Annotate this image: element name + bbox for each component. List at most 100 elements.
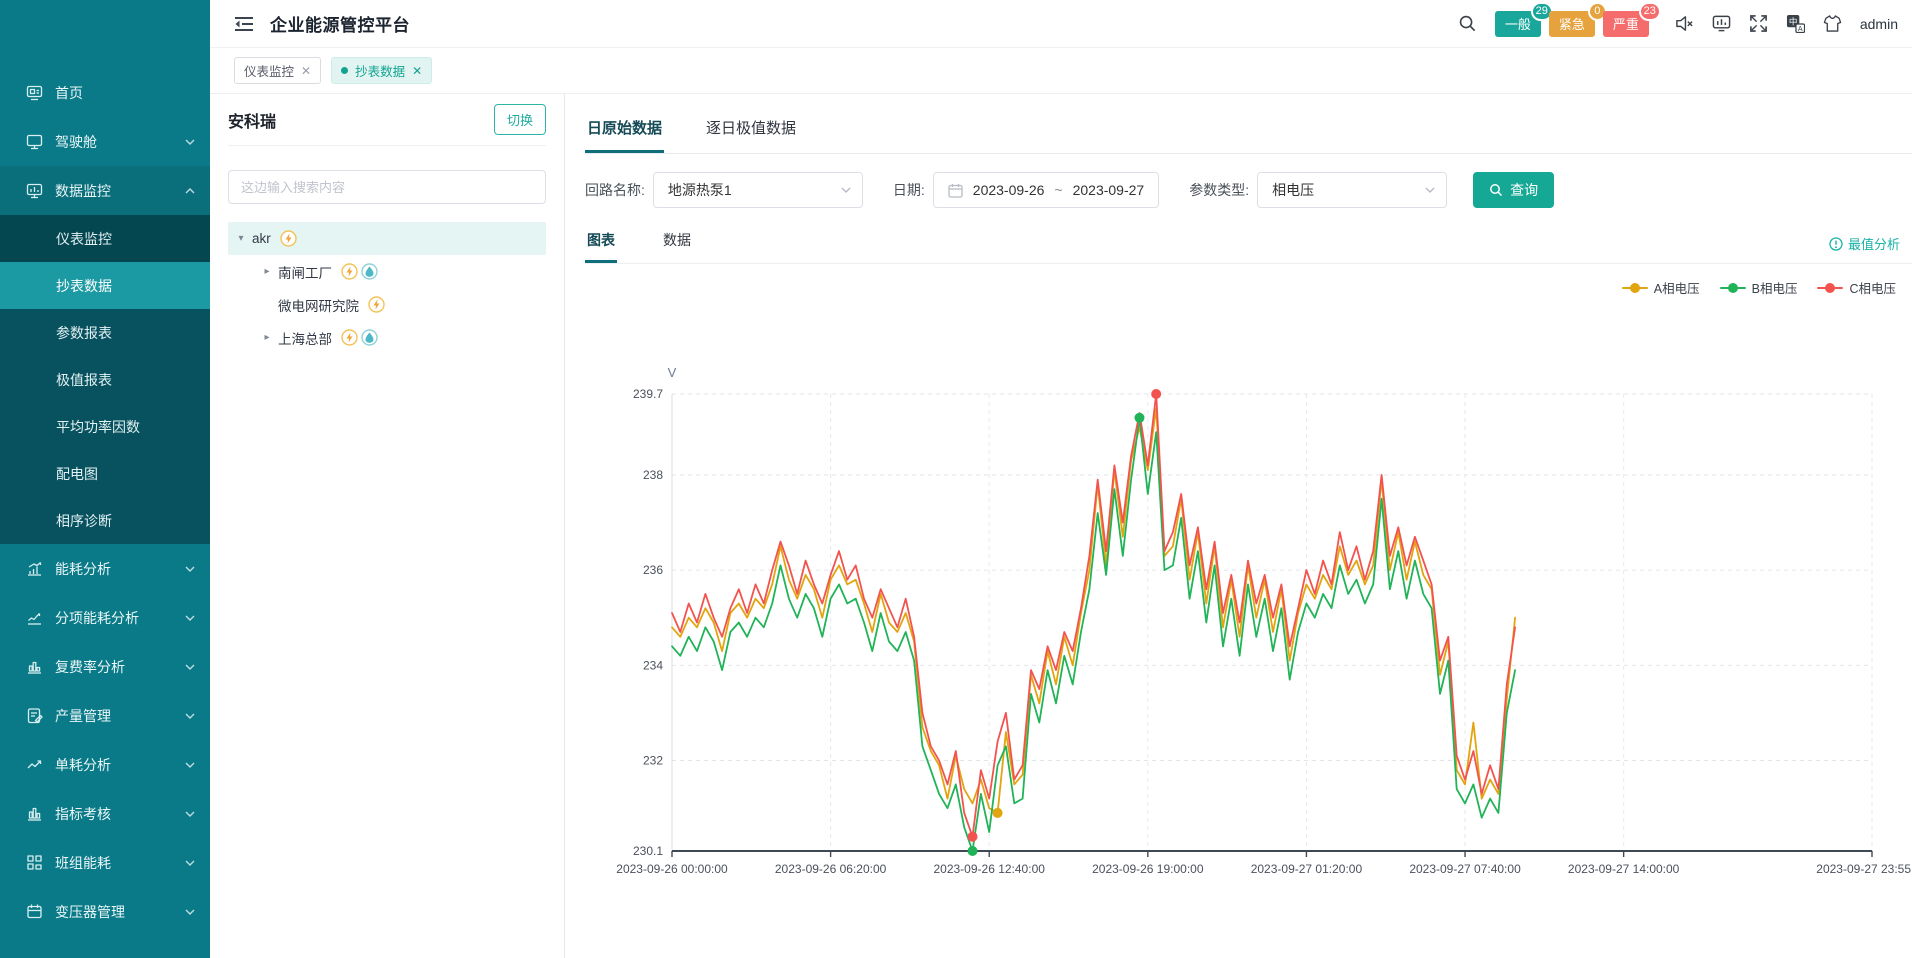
sidebar-item-首页[interactable]: 首页 — [0, 68, 210, 117]
series-line-A相电压[interactable] — [672, 408, 1515, 813]
marker-min-B相电压[interactable] — [968, 846, 978, 856]
y-tick-label: 236 — [643, 563, 663, 577]
sidebar-subitem-极值报表[interactable]: 极值报表 — [0, 356, 210, 403]
tree-node-label: 上海总部 — [278, 328, 332, 348]
sidebar-nav: 首页驾驶舱数据监控仪表监控抄表数据参数报表极值报表平均功率因数配电图相序诊断能耗… — [0, 0, 210, 958]
view-tag-仪表监控[interactable]: 仪表监控✕ — [234, 57, 321, 84]
alarm-chip-一般[interactable]: 一般29 — [1495, 11, 1541, 37]
sidebar-subitem-抄表数据[interactable]: 抄表数据 — [0, 262, 210, 309]
date-separator: ~ — [1054, 182, 1062, 198]
page-title: 企业能源管控平台 — [270, 11, 410, 36]
marker-min-C相电压[interactable] — [968, 832, 978, 842]
close-icon[interactable]: ✕ — [301, 64, 311, 78]
device-tree-panel: 安科瑞 切换 ▾ akr ▸ 南闸工厂微电网研究院 ▸ 上海总部 — [210, 94, 565, 958]
alarm-chip-紧急[interactable]: 紧急0 — [1549, 11, 1595, 37]
x-tick-label: 2023-09-27 14:00:00 — [1568, 862, 1680, 876]
language-translate-icon[interactable]: 中 A — [1786, 14, 1805, 33]
sidebar-subitem-平均功率因数[interactable]: 平均功率因数 — [0, 403, 210, 450]
username[interactable]: admin — [1860, 16, 1898, 32]
sidebar-item-班组能耗[interactable]: 班组能耗 — [0, 838, 210, 887]
search-icon[interactable] — [1458, 14, 1477, 33]
legend-label: A相电压 — [1654, 278, 1700, 297]
tree-caret-icon[interactable]: ▸ — [260, 332, 274, 343]
legend-item-C相电压[interactable]: C相电压 — [1817, 278, 1896, 297]
sidebar-item-产量管理[interactable]: 产量管理 — [0, 691, 210, 740]
tree-node-akr[interactable]: ▾ akr — [228, 222, 546, 255]
voltage-chart: 230.1232234236238239.72023-09-26 00:00:0… — [585, 299, 1912, 913]
tree-caret-icon[interactable]: ▸ — [260, 266, 274, 277]
sidebar-item-单耗分析[interactable]: 单耗分析 — [0, 740, 210, 789]
query-button[interactable]: 查询 — [1473, 172, 1554, 208]
sidebar-item-数据监控[interactable]: 数据监控 — [0, 166, 210, 215]
search-icon — [1489, 183, 1503, 197]
date-start[interactable]: 2023-09-26 — [973, 182, 1045, 198]
subtab-图表[interactable]: 图表 — [585, 222, 617, 263]
sidebar-item-驾驶舱[interactable]: 驾驶舱 — [0, 117, 210, 166]
tree-node-label: 南闸工厂 — [278, 262, 332, 282]
sidebar-item-分项能耗分析[interactable]: 分项能耗分析 — [0, 593, 210, 642]
mute-icon[interactable] — [1675, 14, 1694, 33]
alarm-count-badge: 23 — [1639, 2, 1661, 21]
sidebar-item-label: 分项能耗分析 — [55, 608, 184, 628]
sidebar-subitem-仪表监控[interactable]: 仪表监控 — [0, 215, 210, 262]
alarm-chip-严重[interactable]: 严重23 — [1603, 11, 1649, 37]
y-tick-label: 238 — [643, 468, 663, 482]
sidebar-subitem-参数报表[interactable]: 参数报表 — [0, 309, 210, 356]
sidebar-item-变压器管理[interactable]: 变压器管理 — [0, 887, 210, 936]
monitor-chart-icon — [26, 182, 43, 199]
chevron-down-icon — [184, 710, 196, 722]
tree-panel-header: 安科瑞 切换 — [228, 94, 546, 146]
tree-node-label: akr — [252, 231, 271, 246]
tree-node-上海总部[interactable]: ▸ 上海总部 — [228, 321, 546, 354]
sidebar-item-指标考核[interactable]: 指标考核 — [0, 789, 210, 838]
view-tag-抄表数据[interactable]: 抄表数据✕ — [331, 57, 432, 84]
view-subtabs-row: 图表 数据 最值分析 — [585, 222, 1912, 264]
tree-caret-icon[interactable]: ▾ — [234, 233, 248, 244]
x-tick-label: 2023-09-27 01:20:00 — [1251, 862, 1363, 876]
tab-日原始数据[interactable]: 日原始数据 — [585, 108, 664, 153]
circuit-label: 回路名称: — [585, 180, 645, 200]
line-chart-svg[interactable]: 230.1232234236238239.72023-09-26 00:00:0… — [585, 299, 1912, 913]
alarm-chip-label: 严重 — [1613, 14, 1639, 33]
fullscreen-icon[interactable] — [1749, 14, 1768, 33]
x-tick-label: 2023-09-27 23:55:00 — [1816, 862, 1912, 876]
query-form: 回路名称: 地源热泵1 日期: 2023-09-26 — [585, 172, 1912, 208]
marker-min-A相电压[interactable] — [993, 808, 1003, 818]
tree-search-input[interactable] — [228, 170, 546, 204]
theme-shirt-icon[interactable] — [1823, 14, 1842, 33]
tree-node-微电网研究院[interactable]: 微电网研究院 — [228, 288, 546, 321]
param-select[interactable]: 相电压 — [1257, 172, 1447, 208]
sidebar-item-能耗分析[interactable]: 能耗分析 — [0, 544, 210, 593]
legend-item-A相电压[interactable]: A相电压 — [1622, 278, 1700, 297]
chevron-down-icon — [184, 661, 196, 673]
date-end[interactable]: 2023-09-27 — [1073, 182, 1145, 198]
breadcrumb-tags: 仪表监控✕ 抄表数据✕ — [210, 48, 1912, 94]
data-panel: 日原始数据逐日极值数据 回路名称: 地源热泵1 日期: — [565, 94, 1912, 958]
device-tree: ▾ akr ▸ 南闸工厂微电网研究院 ▸ 上海总部 — [228, 222, 546, 354]
tab-逐日极值数据[interactable]: 逐日极值数据 — [704, 108, 798, 153]
marker-max-B相电压[interactable] — [1134, 413, 1144, 423]
circuit-select[interactable]: 地源热泵1 — [653, 172, 863, 208]
y-tick-label: 234 — [643, 658, 663, 672]
legend-marker — [1622, 283, 1648, 293]
sidebar-subitem-配电图[interactable]: 配电图 — [0, 450, 210, 497]
switch-button[interactable]: 切换 — [494, 104, 546, 135]
series-line-B相电压[interactable] — [672, 418, 1515, 851]
sidebar-item-复费率分析[interactable]: 复费率分析 — [0, 642, 210, 691]
close-icon[interactable]: ✕ — [412, 64, 422, 78]
grid-icon — [26, 854, 43, 871]
tree-node-南闸工厂[interactable]: ▸ 南闸工厂 — [228, 255, 546, 288]
collapse-menu-icon[interactable] — [234, 16, 254, 32]
subtab-数据[interactable]: 数据 — [661, 222, 693, 263]
sidebar-subitem-相序诊断[interactable]: 相序诊断 — [0, 497, 210, 544]
sidebar-item-label: 班组能耗 — [55, 853, 184, 873]
date-range-picker[interactable]: 2023-09-26 ~ 2023-09-27 — [933, 172, 1159, 208]
query-button-label: 查询 — [1510, 180, 1538, 200]
dashboard-screen-icon[interactable] — [1712, 14, 1731, 33]
legend-item-B相电压[interactable]: B相电压 — [1720, 278, 1798, 297]
extreme-analysis-link[interactable]: 最值分析 — [1829, 234, 1900, 263]
marker-max-C相电压[interactable] — [1151, 389, 1161, 399]
legend-label: C相电压 — [1849, 278, 1896, 297]
chevron-up-icon — [184, 185, 196, 197]
param-value: 相电压 — [1272, 180, 1416, 200]
